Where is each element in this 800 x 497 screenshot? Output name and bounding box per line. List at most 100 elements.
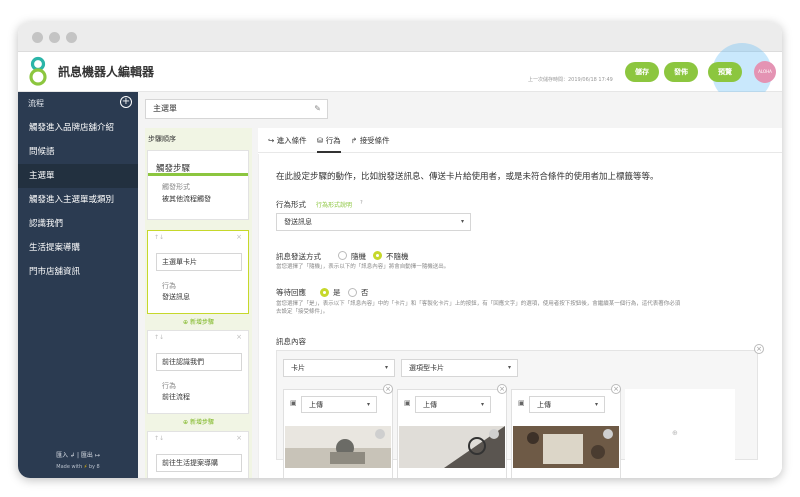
sidebar-item-about-us[interactable]: 認識我們 <box>18 212 138 236</box>
close-icon[interactable]: × <box>236 333 242 341</box>
upload-select[interactable]: 上傳 ▾ <box>415 396 491 413</box>
step-card[interactable]: ↑↓ × 前往生活提案導購 <box>147 431 249 478</box>
chevron-down-icon: ▾ <box>366 401 370 408</box>
close-icon[interactable]: × <box>236 233 242 241</box>
export-icon: ↦ <box>92 452 100 459</box>
add-card-icon[interactable]: ⊕ <box>672 429 678 437</box>
window-minimize-dot[interactable] <box>49 32 60 43</box>
sidebar-item-greeting[interactable]: 問候語 <box>18 140 138 164</box>
sidebar-item-trigger-main-menu[interactable]: 觸發進入主選單或類別 <box>18 188 138 212</box>
step-action-value: 發送訊息 <box>162 293 190 301</box>
add-flow-icon[interactable]: + <box>120 96 132 108</box>
wait-response-label: 等待回應 <box>276 288 306 297</box>
app-header: 訊息機器人編輯器 上一次儲存時間：2019/06/18 17:49 儲存 發佈 … <box>18 43 782 103</box>
browser-window: 訊息機器人編輯器 上一次儲存時間：2019/06/18 17:49 儲存 發佈 … <box>18 22 782 478</box>
add-icon: ⊕ <box>183 319 189 326</box>
random-radio-label: 隨機 <box>351 252 366 261</box>
card-type-select[interactable]: 選項型卡片 ▾ <box>401 359 518 377</box>
remove-card-icon[interactable]: × <box>383 384 393 394</box>
eight-logo-icon <box>29 56 47 86</box>
card-image-map <box>513 426 619 468</box>
step-action-value: 前往流程 <box>162 393 190 401</box>
close-icon[interactable]: × <box>236 434 242 442</box>
trigger-type-value: 被其他流程觸發 <box>162 195 211 203</box>
content-card[interactable]: × ▣ 上傳 ▾ <box>283 384 393 478</box>
tab-accept-conditions[interactable]: ↱ 接受條件 <box>351 135 390 146</box>
step-name-field[interactable]: 前往認識我們 <box>156 353 242 371</box>
import-icon: ↲ <box>68 452 77 459</box>
message-content-label: 訊息內容 <box>276 337 306 346</box>
content-card[interactable]: × ▣ 上傳 ▾ <box>397 384 507 478</box>
remove-card-icon[interactable]: × <box>611 384 621 394</box>
window-maximize-dot[interactable] <box>66 32 77 43</box>
reorder-icon[interactable]: ↑↓ <box>154 435 164 442</box>
reorder-icon[interactable]: ↑↓ <box>154 234 164 241</box>
editor-body: 在此設定步驟的動作，比如說發送訊息、傳送卡片給使用者，或是未符合條件的使用者加上… <box>258 154 782 478</box>
chevron-down-icon: ▾ <box>460 218 464 225</box>
tab-behavior[interactable]: ⛁ 行為 <box>317 135 341 153</box>
wait-no-radio[interactable] <box>348 288 357 297</box>
import-export: 匯入 ↲ | 匯出 ↦ <box>56 452 100 459</box>
step-card[interactable]: ↑↓ × 主選單卡片 行為 發送訊息 <box>147 230 249 314</box>
content-type-select[interactable]: 卡片 ▾ <box>283 359 395 377</box>
sidebar-item-brand-intro[interactable]: 觸發進入品牌店舖介紹 <box>18 116 138 140</box>
made-with: Made with ⚡ by 8 <box>56 464 100 470</box>
behavior-type-select[interactable]: 發送訊息 ▾ <box>276 213 471 231</box>
sidebar-item-main-menu[interactable]: 主選單 <box>18 164 138 188</box>
behavior-description: 在此設定步驟的動作，比如說發送訊息、傳送卡片給使用者，或是未符合條件的使用者加上… <box>276 172 659 182</box>
last-saved-text: 上一次儲存時間：2019/06/18 17:49 <box>528 77 613 83</box>
main-content: 主選單 ✎ 步驟順序 觸發步驟 觸發形式 被其他流程觸發 ↑↓ × 主選單卡片 … <box>138 92 782 478</box>
steps-header: 步驟順序 <box>148 135 176 143</box>
window-close-dot[interactable] <box>32 32 43 43</box>
pencil-icon: ✎ <box>314 104 321 113</box>
upload-select[interactable]: 上傳 ▾ <box>301 396 377 413</box>
add-step-button[interactable]: ⊕ 新增步驟 <box>145 317 252 326</box>
window-chrome <box>18 22 782 52</box>
steps-panel: 步驟順序 觸發步驟 觸發形式 被其他流程觸發 ↑↓ × 主選單卡片 行為 發送訊… <box>145 128 252 478</box>
editor-tabs: ↪ 進入條件 ⛁ 行為 ↱ 接受條件 <box>258 128 782 153</box>
add-icon: ⊕ <box>183 419 189 426</box>
app-title: 訊息機器人編輯器 <box>58 65 155 79</box>
behavior-help-link[interactable]: 行為形式說明 <box>316 200 352 209</box>
image-icon: ▣ <box>518 399 525 407</box>
step-card[interactable]: ↑↓ × 前往認識我們 行為 前往流程 <box>147 330 249 414</box>
random-radio[interactable] <box>338 251 347 260</box>
remove-card-icon[interactable]: × <box>497 384 507 394</box>
not-random-radio-label: 不隨機 <box>386 252 409 261</box>
trigger-step-title: 觸發步驟 <box>156 164 191 174</box>
chevron-down-icon: ▾ <box>594 401 598 408</box>
step-name-field[interactable]: 主選單卡片 <box>156 253 242 271</box>
export-link[interactable]: 匯出 <box>81 452 93 459</box>
step-name-field[interactable]: 前往生活提案導購 <box>156 454 242 472</box>
help-icon[interactable]: ? <box>360 200 363 206</box>
content-card[interactable]: × ▣ 上傳 ▾ <box>511 384 621 478</box>
preview-button[interactable]: 預覽 <box>708 62 742 82</box>
step-editor: ↪ 進入條件 ⛁ 行為 ↱ 接受條件 在此設定步驟的動作，比如說發送訊息、傳送卡… <box>258 128 782 478</box>
send-mode-hint: 當您選擇了「隨機」，表示以下的「訊息內容」將會自動擇一隨機送出。 <box>276 264 450 270</box>
wait-yes-radio[interactable] <box>320 288 329 297</box>
trigger-type-label: 觸發形式 <box>162 183 190 191</box>
reorder-icon[interactable]: ↑↓ <box>154 334 164 341</box>
trigger-step-card[interactable]: 觸發步驟 觸發形式 被其他流程觸發 <box>147 150 249 220</box>
wait-no-label: 否 <box>361 288 369 297</box>
flow-name-input[interactable]: 主選單 ✎ <box>145 99 328 119</box>
card-image-beach <box>285 426 391 468</box>
flow-sidebar: 流程 + 觸發進入品牌店舖介紹 問候語 主選單 觸發進入主選單或類別 認識我們 … <box>18 92 138 478</box>
remove-content-icon[interactable]: × <box>754 344 764 354</box>
add-step-button[interactable]: ⊕ 新增步驟 <box>145 417 252 426</box>
save-button[interactable]: 儲存 <box>625 62 659 82</box>
tab-entry-conditions[interactable]: ↪ 進入條件 <box>268 135 307 146</box>
sidebar-header: 流程 <box>28 99 44 108</box>
step-action-label: 行為 <box>162 382 176 390</box>
image-icon: ▣ <box>404 399 411 407</box>
avatar[interactable]: ALOHA <box>754 61 776 83</box>
add-card-slot[interactable]: ⊕ <box>625 389 735 478</box>
not-random-radio[interactable] <box>373 251 382 260</box>
step-action-label: 行為 <box>162 282 176 290</box>
sidebar-item-store-info[interactable]: 門市店舖資訊 <box>18 260 138 284</box>
import-link[interactable]: 匯入 <box>56 452 68 459</box>
sidebar-item-lifestyle[interactable]: 生活提案導購 <box>18 236 138 260</box>
upload-select[interactable]: 上傳 ▾ <box>529 396 605 413</box>
share-arrow-icon: ↱ <box>351 136 358 145</box>
publish-button[interactable]: 發佈 <box>664 62 698 82</box>
